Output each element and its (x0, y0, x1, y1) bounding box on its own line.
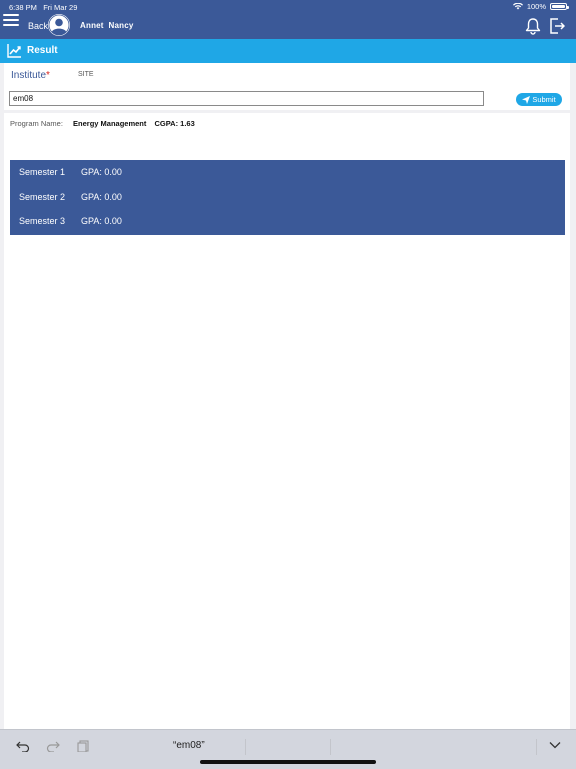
semester-gpa: GPA: 0.00 (81, 167, 122, 177)
result-title: Result (27, 45, 58, 56)
submit-label: Submit (532, 95, 556, 104)
battery-icon (550, 3, 569, 10)
user-last-name: Nancy (108, 21, 134, 30)
date-text: Fri Mar 29 (43, 3, 78, 12)
semester-name: Semester 3 (19, 216, 66, 226)
institute-label-text: Institute (11, 70, 47, 81)
semester-name: Semester 1 (19, 167, 66, 177)
institute-value[interactable]: SITE (78, 71, 94, 78)
clipboard-icon[interactable] (77, 740, 91, 752)
search-form: Institute* SITE Submit (4, 63, 570, 110)
search-input[interactable] (9, 91, 484, 106)
semester-row-1[interactable]: Semester 1 GPA: 0.00 (10, 160, 565, 184)
submit-button[interactable]: Submit (516, 93, 562, 106)
user-name: Annet Nancy (80, 21, 134, 30)
battery-text: 100% (526, 2, 546, 11)
semester-row-2[interactable]: Semester 2 GPA: 0.00 (10, 185, 565, 209)
redo-icon[interactable] (46, 740, 60, 752)
chevron-down-icon[interactable] (549, 740, 561, 750)
program-info: Program Name: Energy Management CGPA: 1.… (10, 119, 195, 128)
top-nav-bar: 6:38 PM Fri Mar 29 100% Back Annet Nancy (0, 0, 576, 39)
suggestion-divider (536, 739, 537, 755)
avatar[interactable] (48, 14, 70, 36)
hamburger-menu-icon[interactable] (3, 12, 19, 26)
wifi-icon (512, 3, 523, 10)
semester-gpa: GPA: 0.00 (81, 192, 122, 202)
notification-bell-icon[interactable] (524, 17, 542, 35)
status-bar: 6:38 PM Fri Mar 29 100% (0, 0, 576, 14)
program-label: Program Name: (10, 119, 63, 128)
cgpa-value: CGPA: 1.63 (154, 119, 195, 128)
semester-list: Semester 1 GPA: 0.00 Semester 2 GPA: 0.0… (10, 160, 565, 235)
user-first-name: Annet (80, 21, 104, 30)
undo-icon[interactable] (16, 740, 30, 752)
status-time: 6:38 PM Fri Mar 29 (9, 3, 77, 12)
semester-gpa: GPA: 0.00 (81, 216, 122, 226)
line-chart-icon (7, 44, 21, 58)
home-indicator (200, 760, 376, 764)
suggestion-divider (245, 739, 246, 755)
result-content: Program Name: Energy Management CGPA: 1.… (4, 113, 570, 730)
nav-row: Back Annet Nancy (0, 14, 576, 39)
user-avatar-icon (48, 14, 70, 36)
suggestion-divider (330, 739, 331, 755)
semester-name: Semester 2 (19, 192, 66, 202)
program-name: Energy Management (73, 119, 147, 128)
autocorrect-suggestion[interactable]: “em08” (173, 740, 205, 751)
required-mark: * (46, 70, 50, 81)
result-header-bar: Result (0, 39, 576, 63)
time-text: 6:38 PM (9, 3, 37, 12)
back-button[interactable]: Back (28, 21, 48, 31)
status-indicators: 100% (512, 2, 569, 11)
semester-row-3[interactable]: Semester 3 GPA: 0.00 (10, 209, 565, 233)
institute-label: Institute* (11, 70, 50, 81)
send-icon (522, 95, 531, 104)
logout-icon[interactable] (549, 17, 565, 35)
